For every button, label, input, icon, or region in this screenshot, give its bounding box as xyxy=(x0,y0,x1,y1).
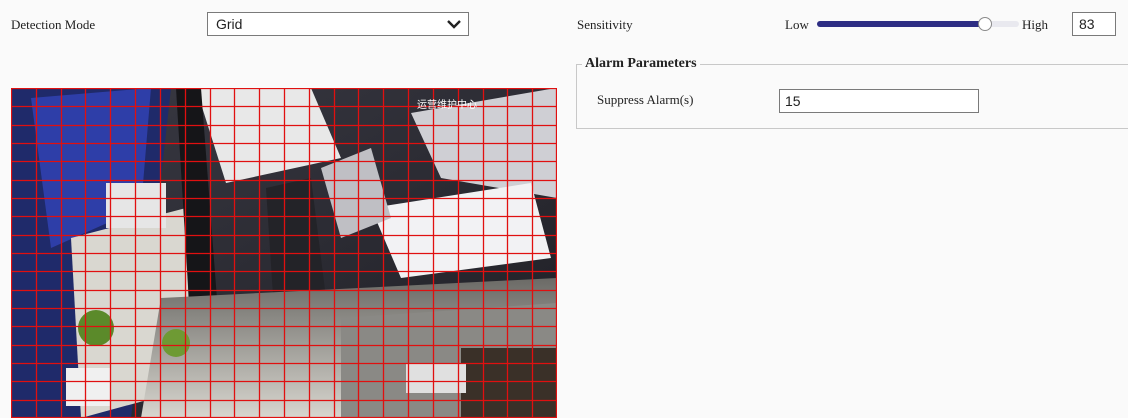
sensitivity-low-label: Low xyxy=(785,17,809,32)
sensitivity-value-input[interactable]: 83 xyxy=(1072,12,1116,36)
detection-mode-value: Grid xyxy=(216,16,243,32)
slider-thumb[interactable] xyxy=(977,17,992,31)
chevron-down-icon xyxy=(447,20,461,29)
detection-mode-select[interactable]: Grid xyxy=(207,12,469,36)
sensitivity-slider[interactable] xyxy=(817,17,1019,31)
sensitivity-high-label: High xyxy=(1022,17,1048,32)
video-preview[interactable]: 运营维护中心 xyxy=(11,88,557,418)
detection-mode-label: Detection Mode xyxy=(11,17,96,32)
alarm-parameters-legend: Alarm Parameters xyxy=(582,56,700,72)
motion-detection-grid[interactable] xyxy=(11,88,557,418)
slider-fill xyxy=(817,21,985,27)
video-osd-text: 运营维护中心 xyxy=(417,100,477,111)
suppress-alarm-label: Suppress Alarm(s) xyxy=(597,92,694,107)
suppress-alarm-input[interactable]: 15 xyxy=(779,89,979,113)
sensitivity-label: Sensitivity xyxy=(577,17,633,32)
